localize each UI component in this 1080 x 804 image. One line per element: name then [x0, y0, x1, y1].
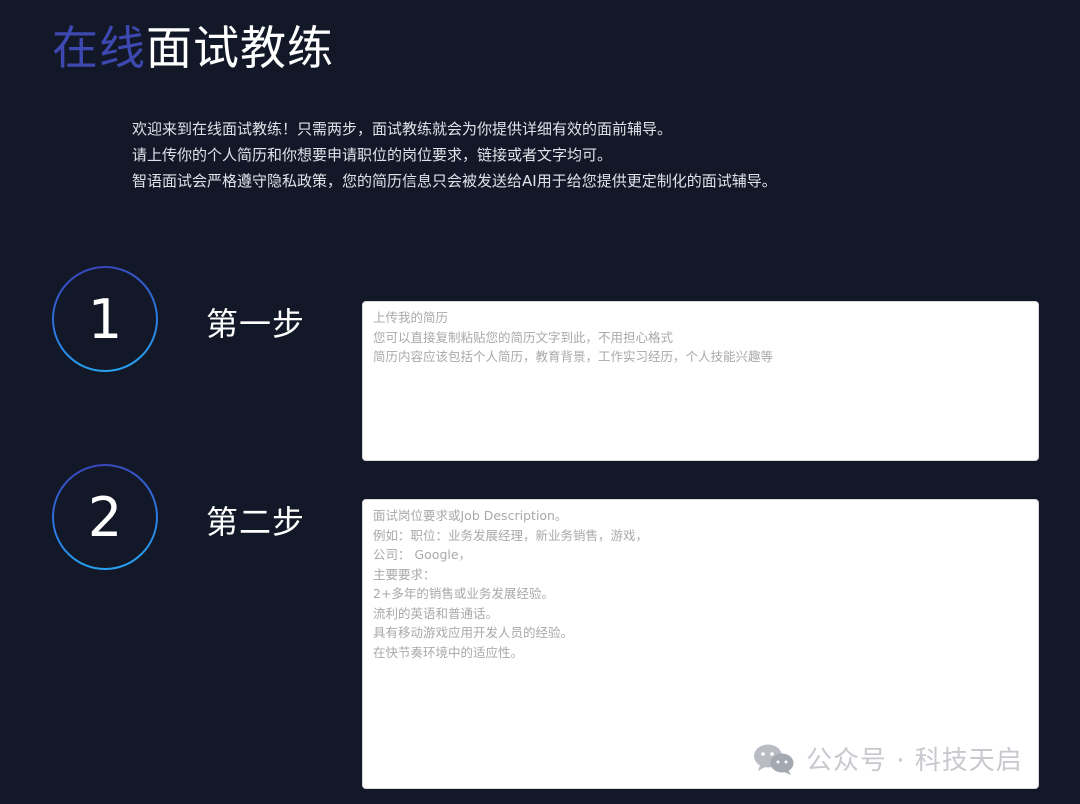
- wechat-icon: [754, 744, 794, 775]
- jd-placeholder-line: 面试岗位要求或Job Description。: [373, 508, 568, 523]
- step-2-number: 2: [87, 485, 123, 549]
- jd-placeholder-line: 2+多年的销售或业务发展经验。: [373, 586, 554, 601]
- step-1-label: 第一步: [206, 305, 306, 343]
- watermark-text: 公众号 · 科技天启: [806, 746, 1023, 776]
- page-title-rest: 面试教练: [146, 21, 334, 75]
- intro-line: 智语面试会严格遵守隐私政策，您的简历信息只会被发送给AI用于给您提供更定制化的面…: [132, 172, 777, 190]
- resume-textarea[interactable]: 上传我的简历 您可以直接复制粘贴您的简历文字到此，不用担心格式 简历内容应该包括…: [362, 301, 1039, 461]
- step-1-number: 1: [87, 287, 123, 351]
- jd-placeholder-line: 具有移动游戏应用开发人员的经验。: [373, 625, 574, 640]
- resume-placeholder-line: 您可以直接复制粘贴您的简历文字到此，不用担心格式: [373, 329, 674, 345]
- page-title: 在线面试教练: [52, 18, 334, 78]
- intro-line: 请上传你的个人简历和你想要申请职位的岗位要求，链接或者文字均可。: [132, 146, 613, 164]
- resume-placeholder-line: 上传我的简历: [373, 310, 449, 325]
- intro-text: 欢迎来到在线面试教练！只需两步，面试教练就会为你提供详细有效的面前辅导。 请上传…: [132, 116, 777, 194]
- jd-placeholder-line: 在快节奏环境中的适应性。: [373, 644, 524, 660]
- step-2-number-circle: 2: [52, 464, 158, 570]
- jd-placeholder-line: 主要要求：: [373, 566, 436, 582]
- jd-placeholder-line: 例如：职位：业务发展经理，新业务销售，游戏，: [373, 527, 649, 543]
- jd-placeholder-line: 流利的英语和普通话。: [373, 605, 499, 621]
- step-2-label: 第二步: [206, 503, 306, 541]
- page-title-accent: 在线: [52, 21, 146, 75]
- page: 在线面试教练 欢迎来到在线面试教练！只需两步，面试教练就会为你提供详细有效的面前…: [0, 0, 1080, 804]
- intro-line: 欢迎来到在线面试教练！只需两步，面试教练就会为你提供详细有效的面前辅导。: [132, 120, 673, 138]
- step-1-number-circle: 1: [52, 266, 158, 372]
- jd-placeholder-line: 公司： Google，: [373, 547, 472, 562]
- resume-placeholder-line: 简历内容应该包括个人简历，教育背景，工作实习经历，个人技能兴趣等: [373, 349, 774, 364]
- watermark: 公众号 · 科技天启: [752, 740, 1023, 777]
